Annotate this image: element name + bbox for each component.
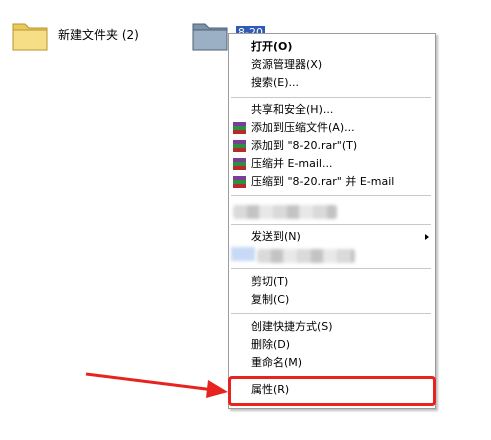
red-arrow-icon bbox=[85, 372, 228, 398]
